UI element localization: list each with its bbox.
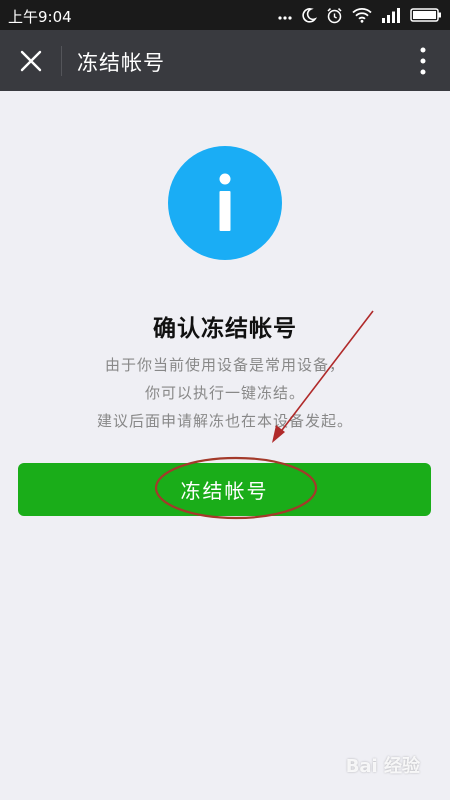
- wifi-icon: [352, 8, 372, 23]
- freeze-account-button[interactable]: 冻结帐号: [18, 463, 431, 516]
- status-icons: [278, 5, 442, 25]
- status-bar: 上午9:04: [0, 0, 450, 30]
- page-title: 冻结帐号: [77, 51, 165, 75]
- more-vertical-icon: [420, 47, 426, 75]
- confirm-heading: 确认冻结帐号: [153, 316, 297, 342]
- close-icon: [20, 50, 42, 72]
- alarm-icon: [327, 7, 342, 23]
- info-badge: [168, 146, 282, 260]
- main-content: 确认冻结帐号 由于你当前使用设备是常用设备， 你可以执行一键冻结。 建议后面申请…: [0, 91, 450, 800]
- close-button[interactable]: [16, 46, 46, 76]
- description-line: 建议后面申请解冻也在本设备发起。: [96, 412, 353, 430]
- more-button[interactable]: [418, 46, 428, 76]
- description-line: 由于你当前使用设备是常用设备，: [104, 356, 345, 374]
- nav-divider: [61, 46, 62, 76]
- ellipsis-icon: [278, 16, 292, 20]
- battery-icon: [410, 8, 441, 22]
- signal-icon: [382, 8, 400, 23]
- watermark: Bai 经验: [345, 756, 420, 777]
- info-icon: [219, 173, 231, 231]
- status-time: 上午9:04: [8, 8, 72, 26]
- moon-icon: [302, 8, 317, 23]
- description-line: 你可以执行一键冻结。: [144, 384, 305, 402]
- nav-bar: 冻结帐号: [0, 30, 450, 91]
